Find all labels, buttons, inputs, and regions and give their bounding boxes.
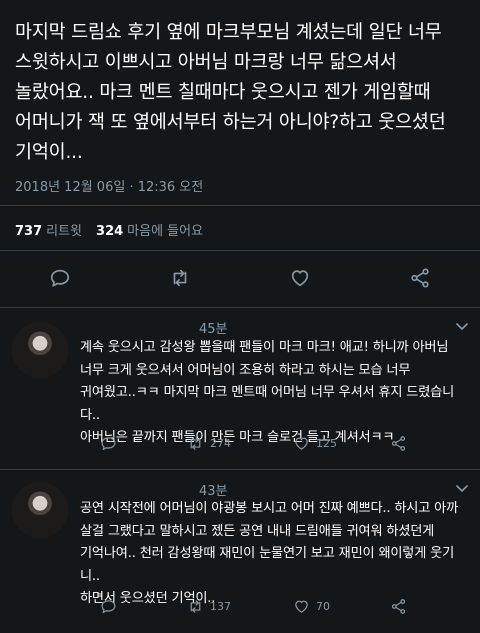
share-icon <box>391 599 406 614</box>
reply-text: 계속 웃으시고 감성왕 뽑을때 팬들이 마크 마크! 애교! 하니까 아버님 너… <box>80 340 455 445</box>
like-button[interactable]: 125 <box>293 435 337 452</box>
reply-button[interactable] <box>100 435 117 452</box>
retweet-button[interactable] <box>166 264 194 292</box>
like-label: 마음에 들어요 <box>127 224 204 239</box>
avatar[interactable] <box>12 322 68 378</box>
reply-timestamp[interactable]: 43분 <box>199 480 228 499</box>
share-icon <box>391 436 406 451</box>
main-tweet: 마지막 드림쇼 후기 옆에 마크부모님 계셨는데 일단 너무 스윗하시고 이쁘시… <box>0 0 480 308</box>
tweet-action-bar <box>0 260 480 296</box>
heart-icon <box>295 437 308 450</box>
reply-button[interactable] <box>46 264 74 292</box>
retweet-icon <box>190 600 201 613</box>
like-count: 125 <box>316 437 337 450</box>
chevron-down-icon[interactable] <box>456 484 468 494</box>
retweet-stat[interactable]: 737 리트윗 <box>15 220 82 239</box>
retweet-label: 리트윗 <box>46 224 83 239</box>
reply-tweet[interactable]: 43분 공연 시작전에 어머님이 야광봉 보시고 어머 진짜 예쁘다.. 하시고… <box>0 470 480 633</box>
reply-action-bar: 137 70 <box>80 598 470 622</box>
share-button[interactable] <box>406 264 434 292</box>
tweet-stats: 737 리트윗 324 마음에 들어요 <box>15 220 203 239</box>
like-stat[interactable]: 324 마음에 들어요 <box>96 220 203 239</box>
reply-icon <box>50 269 70 287</box>
reply-timestamp[interactable]: 45분 <box>199 318 228 337</box>
reply-text: 공연 시작전에 어머님이 야광봉 보시고 어머 진짜 예쁘다.. 하시고 아까 … <box>80 501 459 606</box>
share-button[interactable] <box>390 435 407 452</box>
retweet-count: 737 <box>15 224 43 239</box>
retweet-count: 137 <box>210 600 231 613</box>
reply-icon <box>101 437 116 451</box>
retweet-icon <box>190 437 201 450</box>
heart-icon <box>295 600 308 613</box>
retweet-count: 274 <box>210 437 231 450</box>
reply-tweet[interactable]: 45분 계속 웃으시고 감성왕 뽑을때 팬들이 마크 마크! 애교! 하니까 아… <box>0 308 480 470</box>
reply-action-bar: 274 125 <box>80 435 470 459</box>
heart-icon <box>291 270 309 287</box>
like-button[interactable]: 70 <box>293 598 330 615</box>
tweet-text: 마지막 드림쇼 후기 옆에 마크부모님 계셨는데 일단 너무 스윗하시고 이쁘시… <box>15 22 446 163</box>
chevron-down-icon[interactable] <box>456 322 468 332</box>
share-icon <box>411 268 429 288</box>
like-count: 324 <box>96 224 124 239</box>
retweet-icon <box>173 269 187 287</box>
reply-button[interactable] <box>100 598 117 615</box>
avatar[interactable] <box>12 482 68 538</box>
divider <box>0 205 480 206</box>
share-button[interactable] <box>390 598 407 615</box>
retweet-button[interactable]: 274 <box>187 435 231 452</box>
retweet-button[interactable]: 137 <box>187 598 231 615</box>
reply-icon <box>101 600 116 614</box>
tweet-timestamp[interactable]: 2018년 12월 06일 · 12:36 오전 <box>15 176 203 195</box>
like-count: 70 <box>316 600 330 613</box>
like-button[interactable] <box>286 264 314 292</box>
divider <box>0 250 480 251</box>
